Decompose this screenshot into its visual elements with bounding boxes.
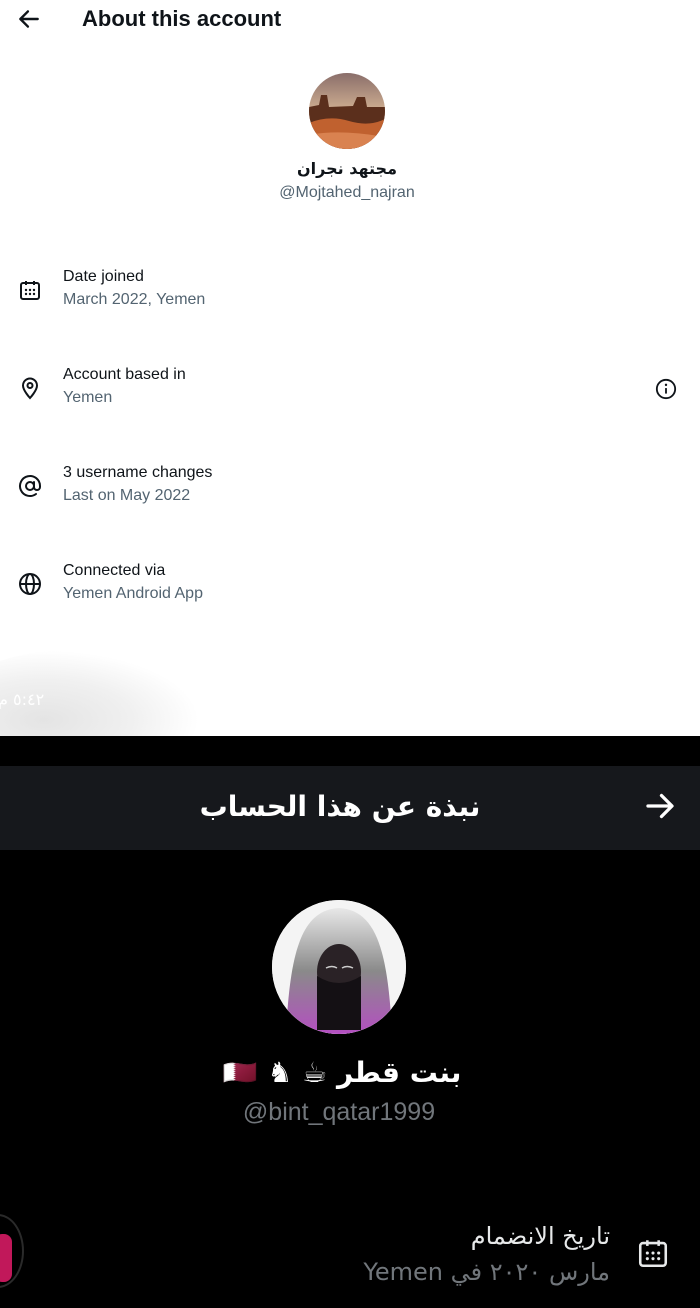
- calendar-icon: [18, 278, 42, 302]
- username-handle: @Mojtahed_najran: [279, 184, 415, 201]
- username-changes-row: 3 username changes Last on May 2022: [0, 464, 700, 524]
- date-joined-subtitle: مارس ٢٠٢٠ في Yemen: [363, 1258, 610, 1286]
- calendar-icon: [636, 1236, 670, 1270]
- about-account-dark-screen: نبذة عن هذا الحساب بنت قطر ☕ ♞ 🇶🇦 @bint_…: [0, 736, 700, 1308]
- page-title: About this account: [82, 6, 282, 31]
- row-title: Date joined: [63, 268, 144, 285]
- info-icon[interactable]: [655, 378, 677, 400]
- back-arrow-icon[interactable]: [16, 6, 42, 32]
- about-account-light-screen: About this account مجتهد نجران @Mojtahed…: [0, 0, 700, 736]
- avatar[interactable]: [272, 900, 406, 1034]
- row-subtitle: March 2022, Yemen: [63, 291, 206, 308]
- location-pin-icon: [18, 376, 42, 400]
- display-name: مجتهد نجران: [297, 159, 397, 178]
- top-header: About this account: [0, 0, 700, 40]
- row-subtitle: Last on May 2022: [63, 487, 191, 504]
- username-handle: @bint_qatar1999: [242, 1098, 436, 1126]
- connected-via-row: Connected via Yemen Android App: [0, 562, 700, 622]
- date-joined-title: تاريخ الانضمام: [470, 1222, 610, 1250]
- at-sign-icon: [18, 474, 42, 498]
- globe-icon: [18, 572, 42, 596]
- row-title: 3 username changes: [63, 464, 213, 481]
- avatar-edge[interactable]: [0, 1214, 24, 1288]
- row-subtitle: Yemen Android App: [63, 585, 203, 602]
- back-arrow-icon[interactable]: [640, 788, 680, 828]
- date-joined-row: Date joined March 2022, Yemen: [0, 268, 700, 328]
- page-title: نبذة عن هذا الحساب: [199, 790, 481, 823]
- top-header: نبذة عن هذا الحساب: [0, 766, 700, 850]
- timestamp: ٥:٤٢ م: [0, 690, 45, 709]
- display-name: بنت قطر ☕ ♞ 🇶🇦: [222, 1056, 462, 1089]
- account-based-row: Account based in Yemen: [0, 366, 700, 426]
- row-subtitle: Yemen: [63, 389, 113, 406]
- row-title: Account based in: [63, 366, 186, 383]
- row-title: Connected via: [63, 562, 166, 579]
- avatar[interactable]: [309, 73, 385, 149]
